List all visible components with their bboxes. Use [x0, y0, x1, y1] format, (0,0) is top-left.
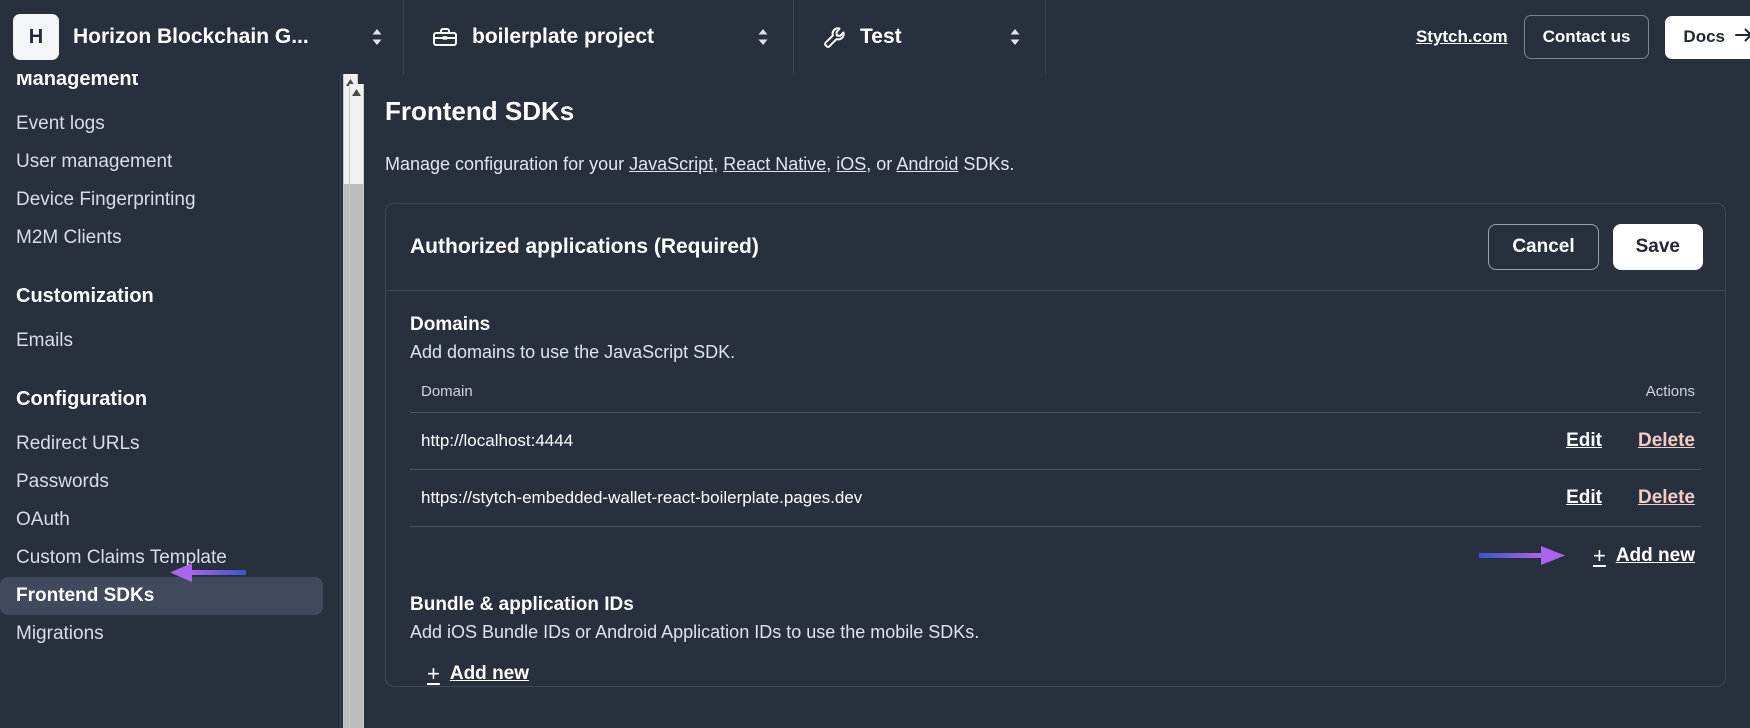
- column-header-domain: Domain: [410, 383, 1387, 414]
- card-title: Authorized applications (Required): [410, 235, 759, 259]
- sidebar-item-label: Emails: [16, 330, 74, 351]
- subtitle-sep-1: ,: [713, 154, 724, 174]
- domains-section-title: Domains: [410, 314, 491, 336]
- sidebar-item-label: Device Fingerprinting: [16, 189, 196, 210]
- table-header-row: Domain Actions: [410, 383, 1701, 414]
- sidebar: Management Event logs User management De…: [0, 74, 341, 728]
- org-avatar: H: [13, 14, 59, 60]
- sidebar-item-m2m-clients[interactable]: M2M Clients: [0, 219, 323, 257]
- contact-us-button[interactable]: Contact us: [1523, 15, 1650, 59]
- domain-value: http://localhost:4444: [410, 412, 1387, 471]
- domains-table: Domain Actions http://localhost:4444 Edi…: [410, 383, 1701, 528]
- main-scrollbar[interactable]: [349, 84, 364, 728]
- row-actions: Edit Delete: [1386, 469, 1701, 528]
- subtitle-suffix: SDKs.: [958, 154, 1015, 174]
- chevron-updown-icon: [1007, 26, 1023, 48]
- sidebar-item-oauth[interactable]: OAuth: [0, 501, 323, 539]
- row-actions: Edit Delete: [1386, 412, 1701, 471]
- card-action-buttons: Cancel Save: [1488, 224, 1703, 271]
- sidebar-item-label: Migrations: [16, 623, 104, 644]
- sidebar-section-configuration: Configuration: [16, 388, 148, 410]
- project-name: boilerplate project: [472, 25, 655, 48]
- chevron-updown-icon: [369, 26, 385, 48]
- sidebar-divider: [340, 74, 341, 728]
- toolbox-icon: [432, 25, 458, 49]
- bundle-section-title: Bundle & application IDs: [410, 594, 634, 616]
- table-row: http://localhost:4444 Edit Delete: [410, 412, 1701, 471]
- add-new-arrow-annotation: [1478, 543, 1567, 569]
- org-name: Horizon Blockchain G...: [73, 25, 309, 48]
- column-header-actions: Actions: [1386, 383, 1701, 414]
- domain-value: https://stytch-embedded-wallet-react-boi…: [410, 469, 1387, 528]
- android-sdk-link[interactable]: Android: [896, 154, 958, 174]
- authorized-applications-card: Authorized applications (Required) Cance…: [385, 203, 1726, 688]
- docs-button-label: Docs: [1683, 27, 1725, 46]
- sidebar-section-management: Management: [16, 74, 139, 90]
- add-new-label: Add new: [449, 663, 530, 685]
- sidebar-item-emails[interactable]: Emails: [0, 322, 323, 360]
- subtitle-sep-3: , or: [866, 154, 897, 174]
- wrench-icon: [822, 25, 847, 50]
- org-selector[interactable]: H Horizon Blockchain G...: [0, 0, 404, 74]
- sidebar-item-label: OAuth: [16, 509, 70, 530]
- sidebar-arrow-annotation: [168, 560, 246, 586]
- subtitle-prefix: Manage configuration for your: [385, 154, 630, 174]
- environment-selector[interactable]: Test: [794, 0, 1046, 74]
- plus-icon: +: [427, 661, 440, 687]
- sidebar-item-frontend-sdks[interactable]: Frontend SDKs: [0, 577, 323, 615]
- delete-link[interactable]: Delete: [1638, 430, 1695, 451]
- ios-sdk-link[interactable]: iOS: [836, 154, 866, 174]
- environment-name: Test: [860, 25, 902, 48]
- docs-button[interactable]: Docs: [1665, 15, 1750, 59]
- app-root: H Horizon Blockchain G... boilerplate pr…: [0, 0, 1750, 728]
- project-selector[interactable]: boilerplate project: [404, 0, 794, 74]
- edit-link[interactable]: Edit: [1566, 487, 1602, 508]
- bundle-section-description: Add iOS Bundle IDs or Android Applicatio…: [410, 622, 980, 643]
- table-row: https://stytch-embedded-wallet-react-boi…: [410, 469, 1701, 528]
- sidebar-item-label: Frontend SDKs: [16, 585, 155, 606]
- domains-add-new-row: + Add new: [410, 527, 1701, 583]
- sidebar-item-label: M2M Clients: [16, 227, 122, 248]
- sidebar-item-migrations[interactable]: Migrations: [0, 615, 323, 653]
- card-body: Domains Add domains to use the JavaScrip…: [386, 291, 1725, 686]
- sidebar-item-label: Redirect URLs: [16, 433, 140, 454]
- bundle-add-new-button[interactable]: + Add new: [427, 663, 529, 685]
- chevron-updown-icon: [755, 26, 771, 48]
- sidebar-item-custom-claims-template[interactable]: Custom Claims Template: [0, 539, 323, 577]
- sidebar-item-label: User management: [16, 151, 173, 172]
- card-header: Authorized applications (Required) Cance…: [386, 204, 1725, 292]
- sidebar-item-device-fingerprinting[interactable]: Device Fingerprinting: [0, 181, 323, 219]
- add-new-label: Add new: [1615, 545, 1695, 567]
- page-title: Frontend SDKs: [385, 96, 575, 126]
- domains-section-description: Add domains to use the JavaScript SDK.: [410, 342, 736, 363]
- save-button[interactable]: Save: [1612, 224, 1703, 271]
- javascript-sdk-link[interactable]: JavaScript: [629, 154, 713, 174]
- sidebar-item-label: Event logs: [16, 113, 105, 134]
- subtitle-sep-2: ,: [826, 154, 837, 174]
- sidebar-section-customization: Customization: [16, 285, 154, 307]
- delete-link[interactable]: Delete: [1638, 487, 1695, 508]
- scroll-up-arrow-icon[interactable]: [350, 84, 363, 100]
- stytch-com-link[interactable]: Stytch.com: [1416, 27, 1508, 47]
- top-bar: H Horizon Blockchain G... boilerplate pr…: [0, 0, 1750, 74]
- bundle-ids-section: Bundle & application IDs Add iOS Bundle …: [410, 583, 1701, 686]
- domains-add-new-button[interactable]: + Add new: [1593, 545, 1695, 567]
- cancel-button[interactable]: Cancel: [1488, 224, 1599, 271]
- plus-icon: +: [1592, 543, 1606, 569]
- edit-link[interactable]: Edit: [1566, 430, 1602, 451]
- sidebar-item-passwords[interactable]: Passwords: [0, 463, 323, 501]
- main-content: Frontend SDKs Manage configuration for y…: [366, 74, 1750, 728]
- sidebar-item-event-logs[interactable]: Event logs: [0, 105, 323, 143]
- sidebar-item-label: Passwords: [16, 471, 109, 492]
- main-scrollbar-thumb[interactable]: [350, 184, 363, 728]
- page-subtitle: Manage configuration for your JavaScript…: [385, 153, 1750, 176]
- sidebar-item-user-management[interactable]: User management: [0, 143, 323, 181]
- sidebar-item-redirect-urls[interactable]: Redirect URLs: [0, 425, 323, 463]
- top-bar-actions: Stytch.com Contact us Docs: [1046, 0, 1750, 74]
- arrow-right-icon: [1734, 27, 1750, 48]
- react-native-sdk-link[interactable]: React Native: [723, 154, 826, 174]
